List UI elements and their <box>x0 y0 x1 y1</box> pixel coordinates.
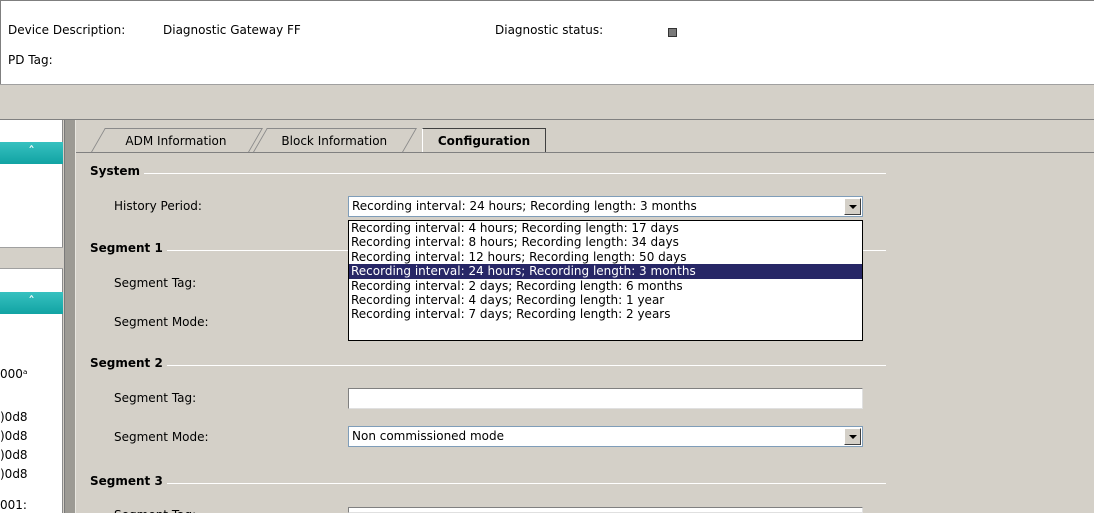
chevron-down-icon <box>849 435 857 439</box>
left-list-item: )0d8 <box>0 429 28 443</box>
toolbar-band <box>0 84 1094 120</box>
device-header: Device Description: Diagnostic Gateway F… <box>0 0 1094 84</box>
left-list-item: )0d8 <box>0 467 28 481</box>
panel-splitter[interactable] <box>64 120 76 513</box>
tab-configuration[interactable]: Configuration <box>422 128 546 153</box>
dropdown-button[interactable] <box>844 198 861 215</box>
segment2-group-title: Segment 2 <box>90 356 167 370</box>
tab-baseline <box>76 152 1094 153</box>
segment2-tag-input[interactable] <box>348 388 863 409</box>
tab-label: Block Information <box>281 134 388 148</box>
tab-block-information[interactable]: Block Information <box>253 128 417 152</box>
segment2-mode-label: Segment Mode: <box>114 430 209 444</box>
segment1-group-title: Segment 1 <box>90 241 167 255</box>
diagnostic-status-label: Diagnostic status: <box>495 23 604 37</box>
segment2-mode-select[interactable]: Non commissioned mode <box>348 426 863 447</box>
dropdown-button[interactable] <box>844 428 861 445</box>
device-description-label: Device Description: <box>8 23 126 37</box>
collapse-section-1-button[interactable]: ˆ <box>0 142 63 164</box>
segment2-mode-value: Non commissioned mode <box>352 429 505 443</box>
chevron-up-icon: ˆ <box>28 145 35 161</box>
history-period-value: Recording interval: 24 hours; Recording … <box>352 199 697 213</box>
segment1-mode-label: Segment Mode: <box>114 315 209 329</box>
left-list-item: 000ᵃ <box>0 367 28 381</box>
system-group-title: System <box>90 164 144 178</box>
left-divider <box>0 247 63 269</box>
history-period-option[interactable]: Recording interval: 24 hours; Recording … <box>349 264 862 279</box>
history-period-option[interactable]: Recording interval: 2 days; Recording le… <box>349 279 862 293</box>
segment3-group-title: Segment 3 <box>90 474 167 488</box>
left-list-item: 001: <box>0 498 27 512</box>
device-description-value: Diagnostic Gateway FF <box>163 23 301 37</box>
history-period-option[interactable]: Recording interval: 4 days; Recording le… <box>349 293 862 307</box>
history-period-option[interactable]: Recording interval: 7 days; Recording le… <box>349 307 862 321</box>
history-period-dropdown-list[interactable]: Recording interval: 4 hours; Recording l… <box>348 220 863 341</box>
pd-tag-label: PD Tag: <box>8 53 53 67</box>
tab-label: Configuration <box>437 134 531 148</box>
history-period-option[interactable]: Recording interval: 12 hours; Recording … <box>349 250 862 264</box>
history-period-label: History Period: <box>114 199 202 213</box>
tab-adm-information[interactable]: ADM Information <box>91 128 263 152</box>
chevron-up-icon: ˆ <box>28 295 35 311</box>
segment2-tag-label: Segment Tag: <box>114 391 197 405</box>
configuration-panel: ADM Information Block Information Config… <box>76 120 1094 513</box>
left-list-item: )0d8 <box>0 448 28 462</box>
diagnostic-status-indicator <box>668 28 677 37</box>
segment3-tag-label: Segment Tag: <box>114 508 196 513</box>
collapse-section-2-button[interactable]: ˆ <box>0 292 63 314</box>
history-period-select[interactable]: Recording interval: 24 hours; Recording … <box>348 196 863 217</box>
chevron-down-icon <box>849 205 857 209</box>
history-period-option[interactable]: Recording interval: 4 hours; Recording l… <box>349 221 862 235</box>
segment3-tag-input[interactable] <box>348 507 863 513</box>
group-divider <box>90 173 886 174</box>
group-divider <box>90 483 886 484</box>
tab-label: ADM Information <box>125 134 227 148</box>
group-divider <box>90 365 886 366</box>
history-period-option[interactable]: Recording interval: 8 hours; Recording l… <box>349 235 862 249</box>
segment1-tag-label: Segment Tag: <box>114 276 197 290</box>
left-list-item: )0d8 <box>0 410 28 424</box>
left-panel: ˆ ˆ 000ᵃ )0d8 )0d8 )0d8 )0d8 001: <box>0 120 64 513</box>
